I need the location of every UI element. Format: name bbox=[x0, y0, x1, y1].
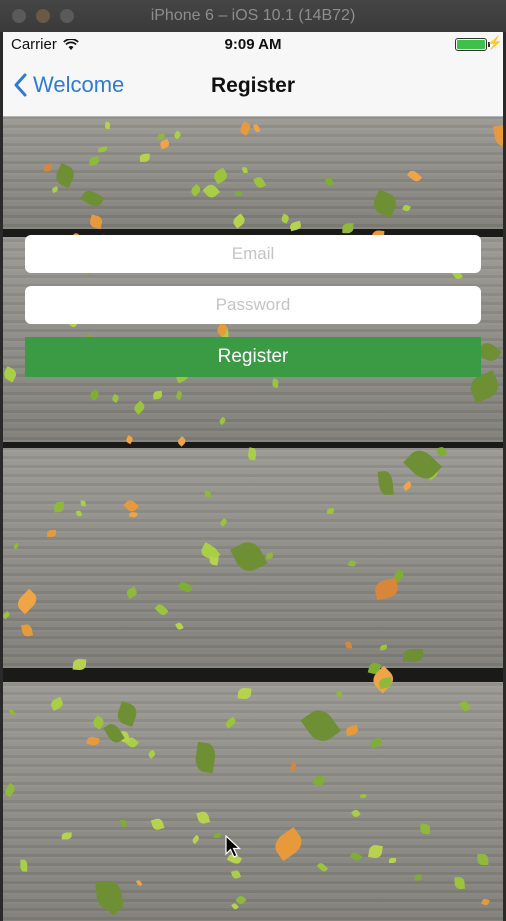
leaf-decoration bbox=[389, 857, 397, 863]
leaf-decoration bbox=[344, 641, 353, 650]
battery-icon bbox=[455, 38, 490, 51]
register-button[interactable]: Register bbox=[25, 337, 481, 377]
leaf-decoration bbox=[326, 507, 335, 514]
minimize-window-button[interactable] bbox=[36, 9, 50, 23]
leaf-decoration bbox=[341, 223, 354, 234]
leaf-decoration bbox=[477, 853, 489, 865]
leaf-decoration bbox=[20, 859, 28, 872]
phone-screen: Carrier 9:09 AM ⚡ Welcome Register Email… bbox=[3, 32, 503, 921]
window-title: iPhone 6 – iOS 10.1 (14B72) bbox=[150, 7, 356, 24]
leaf-decoration bbox=[128, 511, 138, 518]
leaf-decoration bbox=[204, 489, 211, 498]
leaf-decoration bbox=[72, 658, 87, 670]
leaf-decoration bbox=[325, 177, 334, 186]
leaf-decoration bbox=[419, 823, 431, 835]
leaf-decoration bbox=[367, 843, 383, 859]
simulator-title-bar: iPhone 6 – iOS 10.1 (14B72) bbox=[0, 0, 506, 32]
leaf-decoration bbox=[80, 500, 86, 507]
zoom-window-button[interactable] bbox=[60, 9, 74, 23]
register-form: Register bbox=[25, 235, 481, 377]
leaf-decoration bbox=[453, 877, 465, 890]
page-title: Register bbox=[210, 74, 296, 97]
leaf-decoration bbox=[119, 819, 127, 827]
window-controls bbox=[12, 9, 74, 23]
leaf-decoration bbox=[359, 792, 367, 799]
mouse-cursor-icon bbox=[225, 835, 241, 858]
email-field[interactable] bbox=[25, 235, 481, 273]
charging-bolt-icon: ⚡ bbox=[486, 35, 503, 50]
status-bar: Carrier 9:09 AM ⚡ bbox=[3, 32, 503, 58]
leaf-decoration bbox=[104, 121, 111, 129]
leaf-decoration bbox=[193, 742, 217, 774]
close-window-button[interactable] bbox=[12, 9, 26, 23]
leaf-decoration bbox=[234, 190, 243, 196]
navigation-bar: Welcome Register bbox=[3, 58, 503, 117]
password-field[interactable] bbox=[25, 286, 481, 324]
leaf-decoration bbox=[61, 831, 72, 840]
status-time: 9:09 AM bbox=[224, 36, 282, 53]
